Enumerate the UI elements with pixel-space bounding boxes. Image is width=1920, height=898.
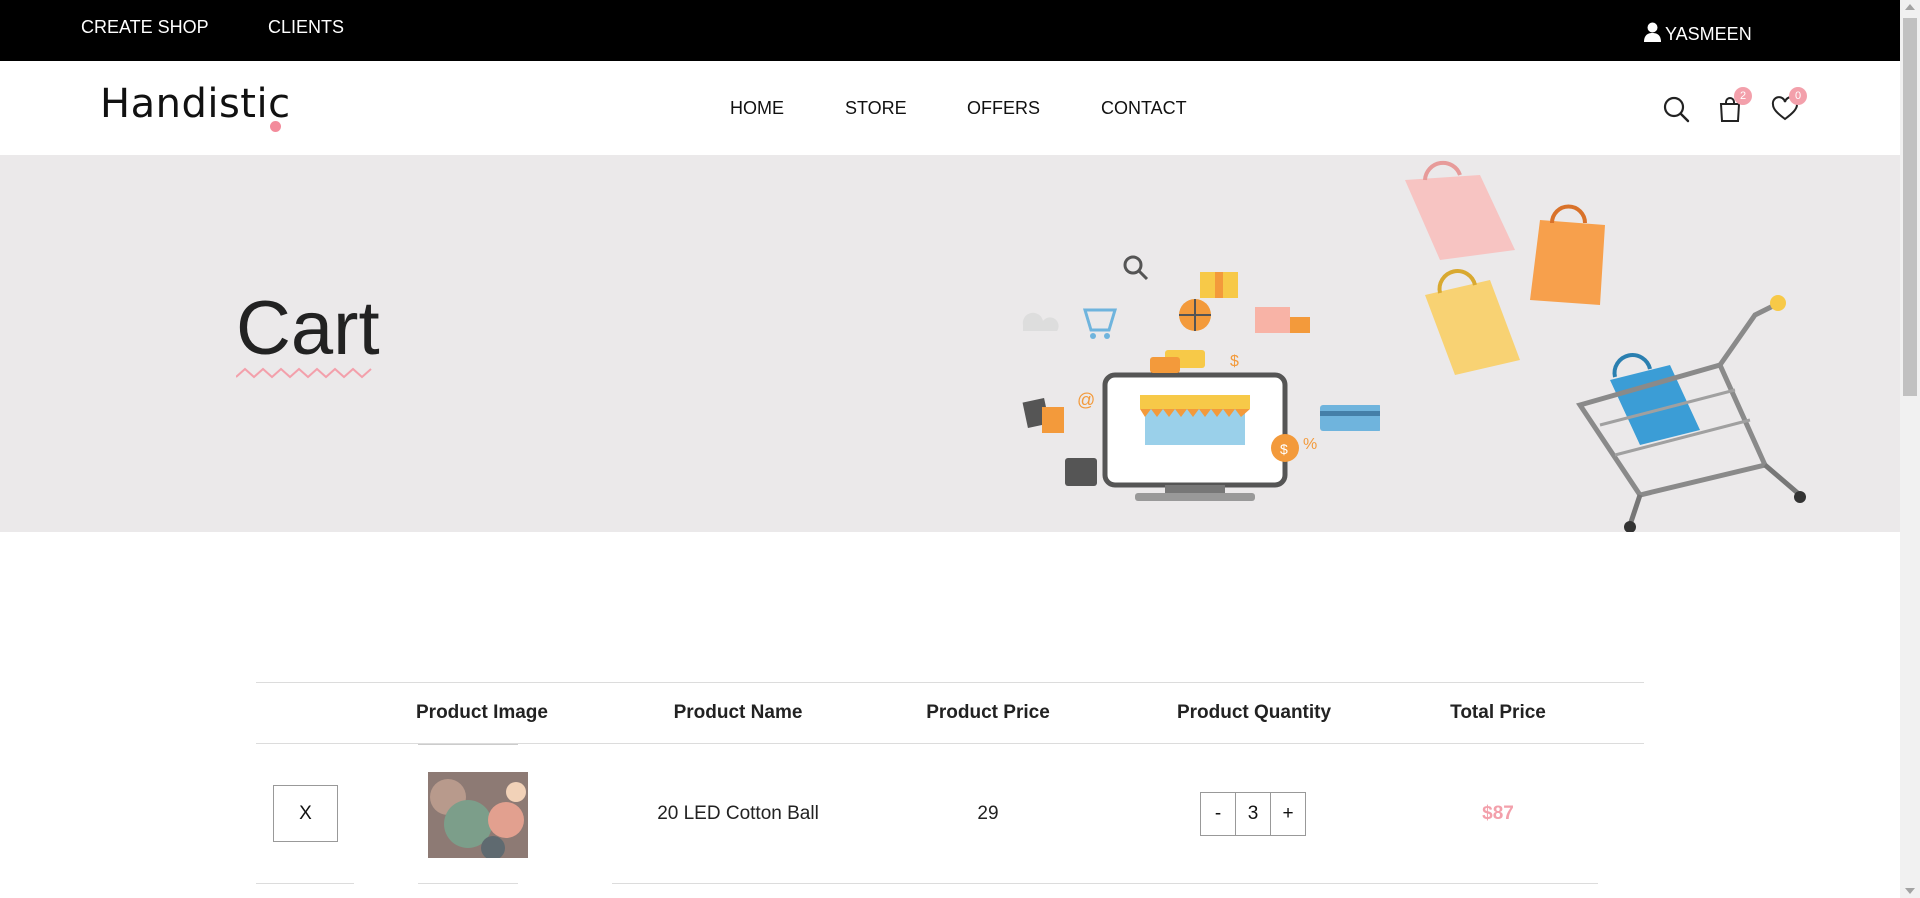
title-zigzag-decoration	[236, 367, 372, 379]
header-product-image: Product Image	[416, 702, 548, 723]
cart-count-badge: 2	[1734, 87, 1752, 105]
row-bottom-border	[612, 883, 1598, 884]
table-top-border	[256, 682, 1644, 683]
svg-text:$: $	[1280, 441, 1288, 457]
logo-dot	[270, 121, 281, 132]
scroll-thumb[interactable]	[1903, 18, 1917, 396]
clients-link[interactable]: CLIENTS	[268, 17, 344, 38]
header-product-price: Product Price	[926, 702, 1050, 723]
svg-text:@: @	[1077, 390, 1095, 410]
user-account[interactable]: YASMEEN	[1644, 22, 1752, 47]
decrease-quantity-button[interactable]: -	[1200, 792, 1236, 836]
scroll-down-arrow-icon[interactable]	[1905, 888, 1915, 894]
hero-banner: Cart $ @ % $	[0, 155, 1900, 532]
nav-offers[interactable]: OFFERS	[967, 98, 1040, 119]
wishlist-count-badge: 0	[1789, 87, 1807, 105]
product-price: 29	[977, 803, 999, 824]
header-product-quantity: Product Quantity	[1176, 702, 1332, 723]
user-name: YASMEEN	[1665, 24, 1752, 44]
scroll-up-arrow-icon[interactable]	[1905, 4, 1915, 10]
site-logo[interactable]: Handistic	[100, 81, 291, 127]
shopping-bags-illustration	[1380, 155, 1900, 532]
increase-quantity-button[interactable]: +	[1270, 792, 1306, 836]
row-bottom-border	[256, 883, 354, 884]
ecommerce-illustration: $ @ % $	[1022, 255, 1382, 501]
wishlist-heart-icon[interactable]: 0	[1771, 87, 1807, 123]
quantity-input[interactable]	[1235, 792, 1271, 836]
row-bottom-border	[418, 883, 518, 884]
header-product-name: Product Name	[673, 702, 803, 723]
total-price: $87	[1482, 803, 1514, 824]
image-column-border	[418, 744, 518, 745]
quantity-stepper: - +	[1200, 792, 1306, 836]
product-name[interactable]: 20 LED Cotton Ball	[657, 803, 819, 825]
nav-contact[interactable]: CONTACT	[1101, 98, 1187, 119]
header-total-price: Total Price	[1450, 702, 1546, 723]
nav-home[interactable]: HOME	[730, 98, 784, 119]
product-image[interactable]	[428, 772, 528, 858]
remove-item-button[interactable]: X	[273, 785, 338, 842]
user-icon	[1644, 22, 1661, 47]
page-scrollbar[interactable]	[1900, 0, 1920, 898]
top-bar: CREATE SHOP CLIENTS YASMEEN	[0, 0, 1900, 61]
cart-icon[interactable]: 2	[1716, 87, 1752, 123]
site-header: Handistic HOME STORE OFFERS CONTACT 2 0	[0, 61, 1900, 155]
svg-text:%: %	[1303, 436, 1317, 453]
nav-store[interactable]: STORE	[845, 98, 907, 119]
page-title: Cart	[236, 286, 380, 371]
create-shop-link[interactable]: CREATE SHOP	[81, 17, 209, 38]
svg-text:$: $	[1230, 353, 1239, 370]
search-icon[interactable]	[1662, 95, 1690, 123]
